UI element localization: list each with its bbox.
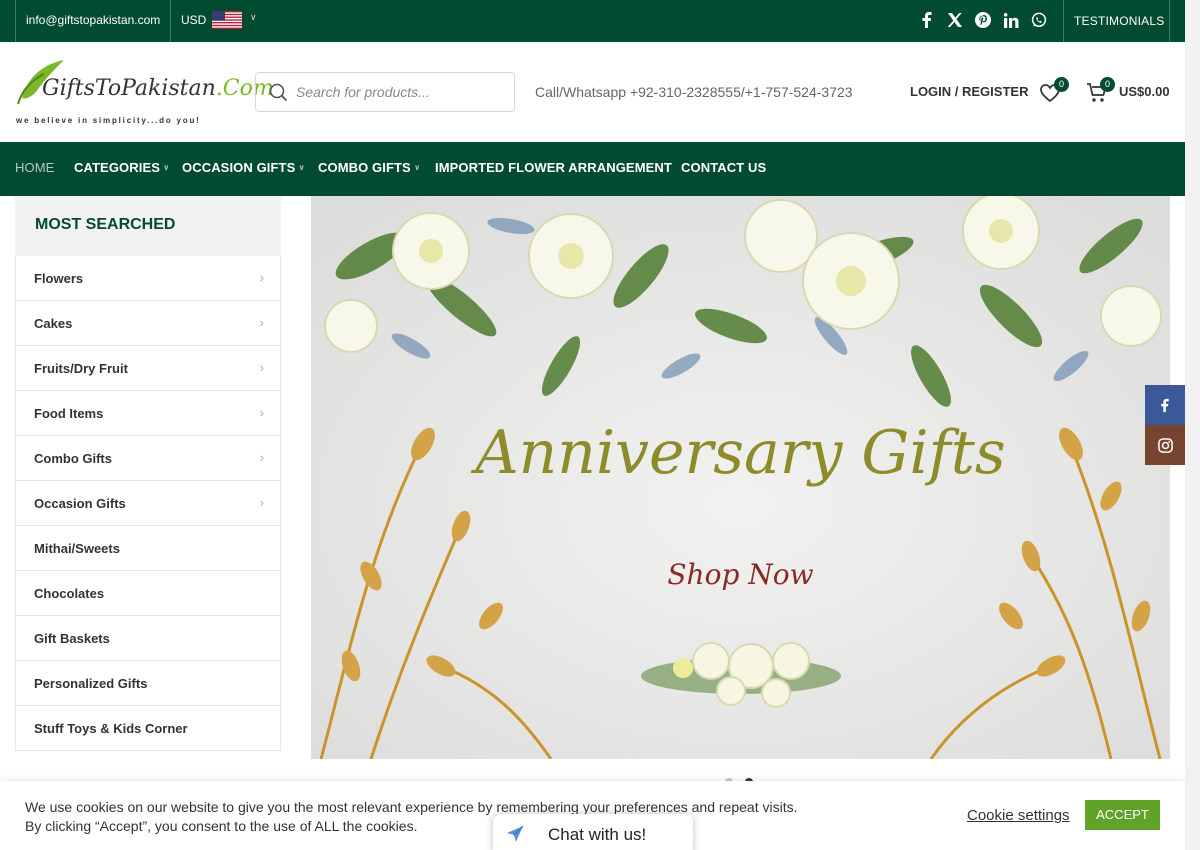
chevron-down-icon: ∨ — [298, 163, 305, 172]
testimonials-link[interactable]: TESTIMONIALS — [1074, 14, 1164, 28]
chevron-right-icon: › — [259, 270, 264, 285]
sidebar-item-label: Chocolates — [34, 586, 105, 601]
nav-imported-flower-arrangement[interactable]: IMPORTED FLOWER ARRANGEMENT — [435, 160, 672, 175]
us-flag-icon[interactable] — [212, 11, 242, 29]
whatsapp-icon[interactable] — [1030, 11, 1048, 29]
nav-categories-label: CATEGORIES — [74, 160, 160, 175]
sidebar-header: MOST SEARCHED — [15, 196, 281, 256]
search-icon[interactable] — [268, 82, 288, 102]
search-box — [255, 72, 515, 112]
top-social-links — [918, 11, 1048, 29]
sidebar-item-stuff-toys[interactable]: Stuff Toys & Kids Corner — [16, 706, 280, 751]
banner-title: Anniversary Gifts — [475, 418, 1006, 488]
chevron-right-icon: › — [259, 450, 264, 465]
sidebar-item-mithai[interactable]: Mithai/Sweets — [16, 526, 280, 571]
main-nav: HOME CATEGORIES ∨ OCCASION GIFTS ∨ COMBO G… — [0, 142, 1185, 196]
accept-cookies-button[interactable]: ACCEPT — [1085, 800, 1160, 830]
sidebar-item-gift-baskets[interactable]: Gift Baskets — [16, 616, 280, 661]
cart-total[interactable]: US$0.00 — [1119, 84, 1170, 99]
sidebar-item-combo-gifts[interactable]: Combo Gifts › — [16, 436, 280, 481]
divider — [1063, 0, 1064, 42]
search-input[interactable] — [296, 73, 506, 111]
site-header: GiftsToPakistan.Com we believe in simpli… — [0, 42, 1185, 142]
sidebar-list: Flowers › Cakes › Fruits/Dry Fruit › Food I… — [15, 256, 281, 751]
cookie-settings-link[interactable]: Cookie settings — [967, 807, 1070, 824]
nav-occasion-gifts[interactable]: OCCASION GIFTS ∨ — [182, 160, 305, 175]
sidebar-item-occasion-gifts[interactable]: Occasion Gifts › — [16, 481, 280, 526]
chevron-down-icon: ∨ — [413, 163, 421, 172]
send-arrow-icon — [507, 825, 524, 842]
chevron-right-icon: › — [259, 360, 264, 375]
wishlist-button[interactable]: 0 — [1039, 77, 1069, 104]
sidebar-item-label: Gift Baskets — [34, 631, 110, 646]
divider — [1169, 0, 1170, 42]
nav-categories[interactable]: CATEGORIES ∨ — [74, 160, 170, 175]
sticky-instagram-button[interactable] — [1145, 425, 1185, 465]
facebook-icon[interactable] — [918, 11, 936, 29]
chat-label: Chat with us! — [548, 825, 647, 844]
sidebar-item-label: Mithai/Sweets — [34, 541, 120, 556]
chevron-down-icon[interactable]: ∨ — [250, 12, 257, 23]
x-icon[interactable] — [946, 11, 964, 29]
chevron-right-icon: › — [259, 495, 264, 510]
sidebar-item-cakes[interactable]: Cakes › — [16, 301, 280, 346]
currency-selector[interactable]: USD — [181, 13, 206, 27]
instagram-icon — [1157, 437, 1173, 453]
linkedin-icon[interactable] — [1002, 11, 1020, 29]
logo-text: GiftsToPakistan.Com — [42, 76, 274, 101]
scrollbar[interactable] — [1185, 0, 1200, 850]
banner-shop-now[interactable]: Shop Now — [311, 558, 1170, 591]
nav-combo-label: COMBO GIFTS — [318, 160, 411, 175]
sidebar-item-flowers[interactable]: Flowers › — [16, 256, 280, 301]
sidebar-item-label: Cakes — [34, 316, 73, 331]
hero-banner-text: Anniversary Gifts Shop Now — [311, 196, 1170, 759]
contact-email-link[interactable]: info@giftstopakistan.com — [26, 13, 160, 27]
logo-tagline: we believe in simplicity...do you! — [16, 116, 201, 125]
sidebar-item-label: Flowers — [34, 271, 84, 286]
pinterest-icon[interactable] — [974, 11, 992, 29]
divider — [170, 0, 171, 42]
cart-button[interactable]: 0 — [1086, 77, 1115, 104]
sidebar-item-label: Food Items — [34, 406, 104, 421]
divider — [15, 0, 16, 42]
sidebar-item-label: Combo Gifts — [34, 451, 112, 466]
chat-widget-button[interactable]: Chat with us! — [493, 814, 693, 850]
sidebar-item-label: Fruits/Dry Fruit — [34, 361, 128, 376]
facebook-icon — [1161, 398, 1169, 412]
chevron-right-icon: › — [259, 405, 264, 420]
wishlist-count-badge: 0 — [1054, 77, 1069, 92]
sticky-facebook-button[interactable] — [1145, 385, 1185, 425]
sidebar-item-label: Personalized Gifts — [34, 676, 148, 691]
sidebar-item-personalized-gifts[interactable]: Personalized Gifts — [16, 661, 280, 706]
sidebar-item-chocolates[interactable]: Chocolates — [16, 571, 280, 616]
sidebar-item-label: Stuff Toys & Kids Corner — [34, 721, 188, 736]
sidebar-item-label: Occasion Gifts — [34, 496, 126, 511]
cookie-message: We use cookies on our website to give yo… — [25, 799, 798, 834]
logo-name: GiftsToPakistan — [42, 76, 216, 101]
site-logo[interactable]: GiftsToPakistan.Com we believe in simpli… — [14, 58, 274, 128]
call-whatsapp-text: Call/Whatsapp +92-310-2328555/+1-757-524… — [535, 84, 853, 100]
nav-contact-us[interactable]: CONTACT US — [681, 160, 766, 175]
sidebar-item-food-items[interactable]: Food Items › — [16, 391, 280, 436]
nav-occasion-label: OCCASION GIFTS — [182, 160, 296, 175]
sidebar-title: MOST SEARCHED — [35, 216, 176, 233]
sidebar-item-fruits[interactable]: Fruits/Dry Fruit › — [16, 346, 280, 391]
chevron-right-icon: › — [259, 315, 264, 330]
login-register-link[interactable]: LOGIN / REGISTER — [910, 84, 1028, 99]
top-bar: info@giftstopakistan.com USD ∨ TESTIMONI… — [0, 0, 1185, 42]
nav-combo-gifts[interactable]: COMBO GIFTS ∨ — [318, 160, 420, 175]
chevron-down-icon: ∨ — [163, 163, 170, 172]
cart-count-badge: 0 — [1100, 77, 1115, 92]
nav-home[interactable]: HOME — [15, 160, 54, 175]
